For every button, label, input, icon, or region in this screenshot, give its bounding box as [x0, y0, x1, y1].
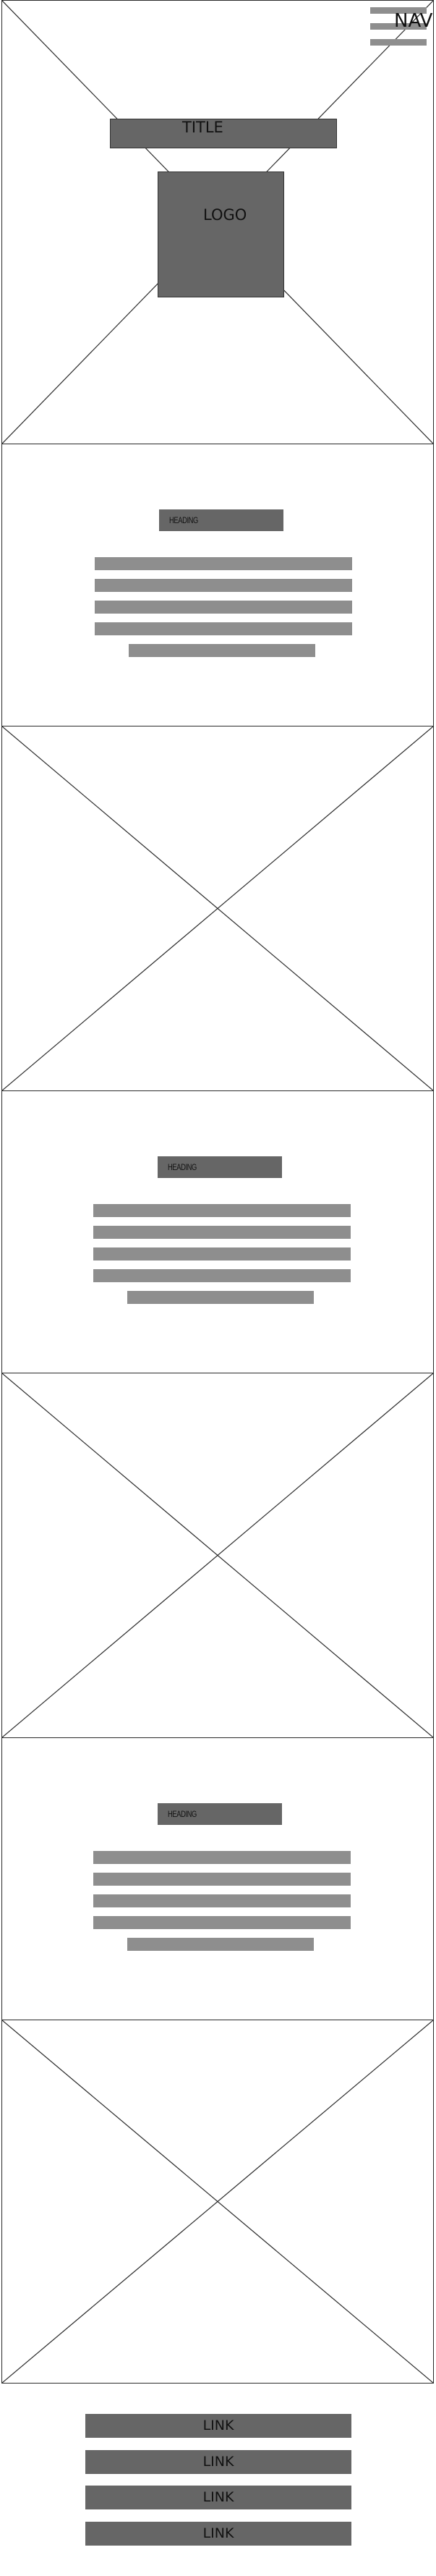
logo[interactable]	[158, 171, 284, 297]
section-heading: HEADING	[158, 1156, 282, 1178]
content-section-1: HEADING	[1, 444, 434, 726]
text-line-4	[93, 1269, 351, 1282]
section-heading: HEADING	[158, 1803, 282, 1825]
text-line-5	[129, 644, 315, 657]
text-line-4	[93, 1916, 351, 1929]
text-line-4	[95, 622, 352, 635]
nav-label: NAV	[394, 10, 433, 32]
text-line-1	[95, 557, 352, 570]
footer-link-label: LINK	[202, 2489, 234, 2505]
section-heading: HEADING	[159, 509, 283, 531]
footer-link-label: LINK	[202, 2418, 234, 2433]
text-line-3	[93, 1247, 351, 1261]
image-placeholder-3	[1, 2020, 434, 2384]
image-placeholder-1	[1, 726, 434, 1091]
nav-menu[interactable]: NAV	[369, 6, 432, 46]
image-cross-lines	[2, 1373, 433, 1737]
footer-link-3[interactable]: LINK	[85, 2486, 351, 2509]
footer-link-1[interactable]: LINK	[85, 2414, 351, 2438]
text-line-2	[95, 579, 352, 592]
section-heading-label: HEADING	[169, 515, 198, 525]
content-section-2: HEADING	[1, 1090, 434, 1373]
image-cross-lines	[2, 726, 433, 1090]
section-heading-label: HEADING	[168, 1809, 197, 1819]
content-section-3: HEADING	[1, 1737, 434, 2020]
footer-link-label: LINK	[202, 2525, 234, 2541]
image-cross-lines	[2, 2020, 433, 2383]
footer-links: LINK LINK LINK LINK	[0, 2410, 436, 2576]
title-bar	[110, 119, 337, 148]
footer-link-2[interactable]: LINK	[85, 2450, 351, 2474]
image-placeholder-2	[1, 1373, 434, 1738]
text-line-1	[93, 1851, 351, 1864]
text-line-5	[127, 1938, 314, 1951]
text-line-2	[93, 1226, 351, 1239]
text-line-3	[95, 601, 352, 614]
nav-bar-3	[370, 39, 427, 46]
logo-label: LOGO	[203, 206, 247, 224]
text-line-3	[93, 1894, 351, 1907]
text-line-5	[127, 1291, 314, 1304]
section-heading-label: HEADING	[168, 1162, 197, 1172]
footer-link-label: LINK	[202, 2454, 234, 2470]
text-line-2	[93, 1873, 351, 1886]
footer-link-4[interactable]: LINK	[85, 2522, 351, 2546]
text-line-1	[93, 1204, 351, 1217]
page-title: TITLE	[182, 119, 223, 136]
